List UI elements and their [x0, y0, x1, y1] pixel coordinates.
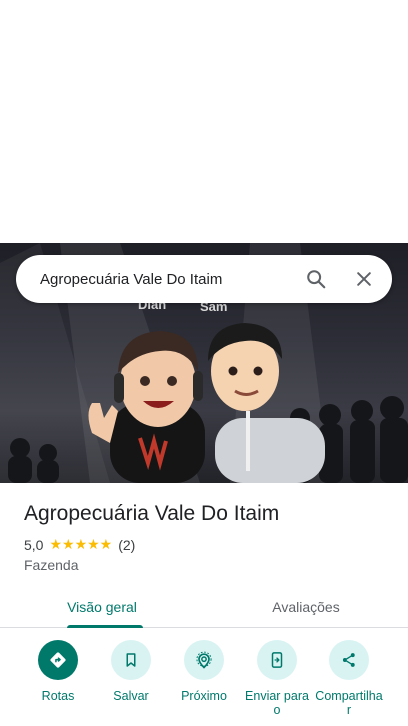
- send-to-phone-icon: [271, 652, 283, 668]
- place-title: Agropecuária Vale Do Itaim: [24, 502, 280, 525]
- action-bar: Rotas Salvar Próximo Enviar para o Compa…: [0, 640, 408, 726]
- search-button[interactable]: [292, 255, 340, 303]
- directions-button[interactable]: Rotas: [22, 640, 94, 703]
- directions-label: Rotas: [41, 689, 75, 703]
- rating-row[interactable]: 5,0 ★★★★★ (2): [24, 536, 135, 553]
- clear-search-button[interactable]: [340, 255, 388, 303]
- tab-reviews[interactable]: Avaliações: [204, 586, 408, 627]
- place-tabs: Visão geral Avaliações: [0, 586, 408, 628]
- nearby-label: Próximo: [181, 689, 227, 703]
- review-count[interactable]: (2): [118, 537, 135, 553]
- save-button[interactable]: Salvar: [95, 640, 167, 703]
- map-area[interactable]: [0, 0, 408, 243]
- nearby-button[interactable]: Próximo: [168, 640, 240, 703]
- share-icon: [342, 653, 355, 667]
- share-label: Compartilha r: [315, 689, 383, 717]
- close-icon: [357, 272, 371, 286]
- rating-value: 5,0: [24, 536, 44, 553]
- search-bar[interactable]: Agropecuária Vale Do Itaim: [16, 255, 392, 303]
- rating-stars: ★★★★★: [49, 536, 113, 552]
- directions-icon: [50, 652, 66, 668]
- share-button[interactable]: Compartilha r: [313, 640, 385, 717]
- send-to-phone-button[interactable]: Enviar para o: [241, 640, 313, 717]
- search-icon: [307, 270, 326, 289]
- bookmark-icon: [126, 653, 136, 667]
- search-input[interactable]: Agropecuária Vale Do Itaim: [16, 271, 292, 288]
- nearby-icon: [196, 651, 212, 669]
- send-to-phone-label: Enviar para o: [245, 689, 309, 717]
- save-label: Salvar: [113, 689, 149, 703]
- place-category: Fazenda: [24, 557, 79, 573]
- tab-overview[interactable]: Visão geral: [0, 586, 204, 628]
